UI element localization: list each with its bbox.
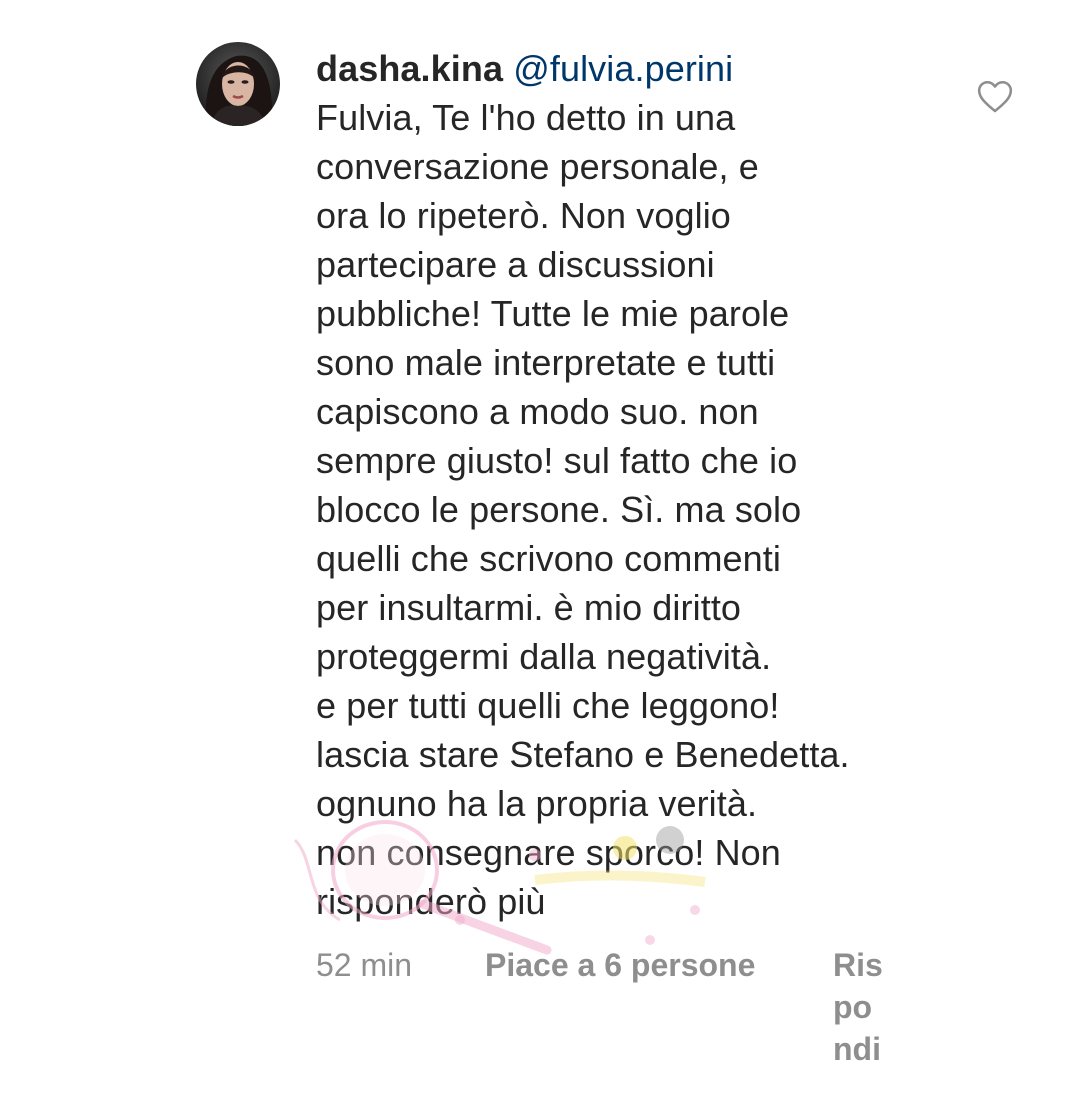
comment-body: dasha.kina @fulvia.perini Fulvia, Te l'h…	[316, 44, 956, 926]
reply-label-part: po	[833, 989, 873, 1025]
comment-text-line: risponderò più	[316, 881, 546, 922]
comment-text-line: conversazione personale, e	[316, 146, 759, 187]
comment-timestamp: 52 min	[316, 947, 413, 983]
comment-text-line: per insultarmi. è mio diritto	[316, 587, 742, 628]
heart-icon-graphic	[977, 80, 1013, 113]
reply-label-part: Ris	[833, 947, 883, 983]
reply-label-part: ndi	[833, 1031, 881, 1067]
comment-text-line: capiscono a modo suo. non	[316, 391, 759, 432]
mention-link[interactable]: @fulvia.perini	[513, 48, 733, 89]
comment-text-line: sempre giusto! sul fatto che io	[316, 440, 798, 481]
comment-text-line: ora lo ripeterò. Non voglio	[316, 195, 731, 236]
username-link[interactable]: dasha.kina	[316, 48, 503, 89]
comment-text-line: partecipare a discussioni	[316, 244, 715, 285]
comment-text-line: pubbliche! Tutte le mie parole	[316, 293, 790, 334]
comment-text-line: blocco le persone. Sì. ma solo	[316, 489, 802, 530]
comment-text-line: proteggermi dalla negatività.	[316, 636, 772, 677]
comment-text-line: sono male interpretate e tutti	[316, 342, 776, 383]
comment-text-line: quelli che scrivono commenti	[316, 538, 781, 579]
comment: dasha.kina @fulvia.perini Fulvia, Te l'h…	[0, 0, 1080, 1096]
avatar[interactable]	[196, 42, 280, 126]
reply-button[interactable]: Ris po ndi	[833, 944, 903, 1070]
comment-header: dasha.kina @fulvia.perini	[316, 44, 956, 93]
comment-text-line: ognuno ha la propria verità.	[316, 783, 758, 824]
heart-outline-icon[interactable]	[976, 78, 1014, 114]
comment-text-line: lascia stare Stefano e Benedetta.	[316, 734, 850, 775]
comment-text-line: non consegnare sporco! Non	[316, 832, 781, 873]
comment-text-line: Fulvia, Te l'ho detto in una	[316, 97, 736, 138]
likes-count-link[interactable]: Piace a 6 persone	[485, 944, 755, 986]
comment-text-line: e per tutti quelli che leggono!	[316, 685, 780, 726]
avatar-image	[196, 42, 280, 126]
